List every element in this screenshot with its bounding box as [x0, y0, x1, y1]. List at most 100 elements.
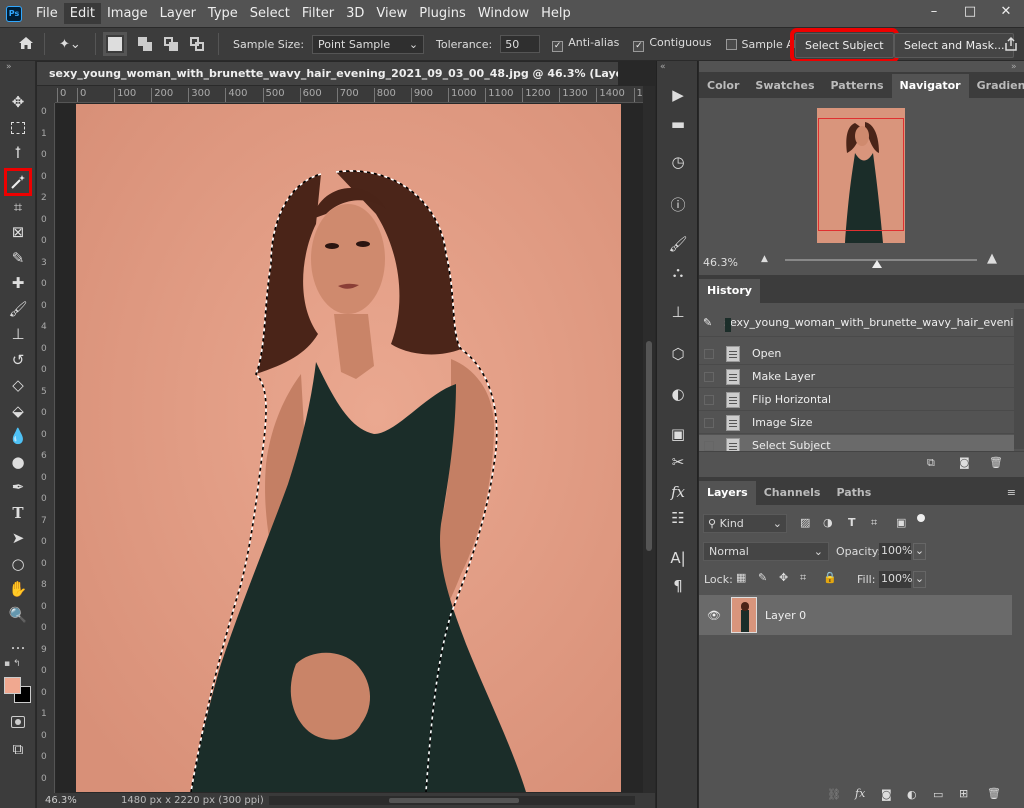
brushes-icon[interactable]: ⛬ [667, 261, 689, 283]
tab-color[interactable]: Color [699, 74, 747, 98]
shape-layer-filter-icon[interactable]: ⌗ [871, 516, 877, 530]
properties-icon[interactable]: ☷ [667, 507, 689, 529]
zoom-level[interactable]: 46.3% [45, 795, 105, 806]
zoom-tool-icon[interactable]: 🔍 [7, 604, 29, 626]
delete-layer-icon[interactable]: 🗑 [987, 787, 1001, 800]
select-and-mask-button[interactable]: Select and Mask... [894, 33, 1015, 58]
scrollbar-thumb[interactable] [389, 798, 519, 803]
tab-swatches[interactable]: Swatches [747, 74, 822, 98]
move-tool-icon[interactable]: ✥ [7, 91, 29, 113]
home-icon[interactable] [18, 35, 38, 54]
tab-gradients[interactable]: Gradients [969, 74, 1024, 98]
lock-position-icon[interactable]: ✥ [779, 571, 788, 584]
collapse-icon[interactable]: » [6, 62, 12, 72]
close-window-button[interactable]: ✕ [988, 0, 1024, 27]
document-image[interactable] [56, 104, 643, 792]
marquee-tool-icon[interactable] [7, 117, 29, 139]
tab-navigator[interactable]: Navigator [891, 74, 969, 98]
tab-patterns[interactable]: Patterns [823, 74, 892, 98]
menu-select[interactable]: Select [244, 3, 296, 24]
clone-source-icon[interactable]: ⊥ [667, 301, 689, 323]
collapse-icon[interactable]: « [660, 62, 666, 72]
new-document-from-state-icon[interactable]: ⧉ [927, 456, 935, 470]
blend-mode-dropdown[interactable]: Normal ⌄ [703, 542, 829, 561]
menu-view[interactable]: View [370, 3, 413, 24]
tab-channels[interactable]: Channels [756, 481, 829, 505]
zoom-out-icon[interactable]: ▲ [761, 254, 768, 264]
type-layer-filter-icon[interactable]: T [848, 516, 856, 529]
menu-type[interactable]: Type [202, 3, 244, 24]
pixel-layer-filter-icon[interactable]: ▨ [800, 516, 810, 529]
adjustment-layer-filter-icon[interactable]: ◑ [823, 516, 833, 529]
magic-wand-tool-icon[interactable] [4, 168, 32, 196]
tab-history[interactable]: History [699, 279, 760, 303]
layer-row[interactable]: 👁 Layer 0 [699, 595, 1012, 635]
add-mask-icon[interactable]: ◙ [881, 788, 892, 801]
healing-brush-tool-icon[interactable]: ✚ [7, 272, 29, 294]
foreground-color-swatch[interactable] [4, 677, 21, 694]
panel-menu-icon[interactable]: ≡ [1007, 486, 1016, 499]
share-icon[interactable] [1003, 36, 1019, 55]
tool-presets-icon[interactable]: ✂ [667, 451, 689, 473]
history-snapshot[interactable]: ✎ sexy_young_woman_with_brunette_wavy_ha… [699, 309, 1024, 337]
menu-window[interactable]: Window [472, 3, 535, 24]
navigator-preview[interactable] [817, 108, 905, 243]
intersect-selection-icon[interactable] [190, 37, 204, 51]
paragraph-icon[interactable]: ¶ [667, 575, 689, 597]
trash-icon[interactable]: 🗑 [989, 456, 1003, 469]
character-icon[interactable]: A| [667, 547, 689, 569]
history-item[interactable]: Make Layer [699, 366, 1014, 388]
new-layer-icon[interactable]: ⊞ [959, 787, 968, 800]
menu-help[interactable]: Help [535, 3, 577, 24]
eraser-tool-icon[interactable]: ◇ [7, 374, 29, 396]
adjustments-icon[interactable]: ◐ [667, 383, 689, 405]
quick-mask-icon[interactable] [7, 711, 29, 733]
history-item[interactable]: Image Size [699, 412, 1014, 434]
layer-style-icon[interactable]: fx [855, 787, 865, 800]
canvas-area[interactable] [56, 104, 643, 792]
eye-icon[interactable]: 👁 [707, 609, 727, 622]
menu-file[interactable]: File [30, 3, 64, 24]
path-selection-tool-icon[interactable]: ➤ [7, 527, 29, 549]
menu-3d[interactable]: 3D [340, 3, 370, 24]
menu-image[interactable]: Image [101, 3, 154, 24]
filter-toggle-icon[interactable] [917, 514, 925, 522]
horizontal-scrollbar[interactable] [269, 796, 635, 805]
fill-input[interactable]: 100% [879, 571, 912, 588]
smart-object-filter-icon[interactable]: ▣ [896, 516, 906, 529]
contiguous-checkbox[interactable]: ✓ Contiguous [633, 36, 712, 52]
lock-artboard-icon[interactable]: ⌗ [800, 571, 806, 585]
collapse-icon[interactable]: » [1011, 62, 1017, 72]
new-adjustment-layer-icon[interactable]: ◐ [907, 788, 917, 801]
history-scrollbar[interactable] [1014, 309, 1024, 449]
camera-icon[interactable]: ◙ [959, 456, 970, 469]
vertical-scrollbar[interactable] [643, 86, 655, 793]
history-brush-source-icon[interactable]: ✎ [703, 316, 712, 329]
lock-image-pixels-icon[interactable]: ✎ [758, 571, 767, 584]
brush-tool-icon[interactable]: 🖌 [7, 298, 29, 320]
layer-filter-dropdown[interactable]: ⚲ Kind ⌄ [703, 514, 787, 533]
tolerance-input[interactable] [500, 35, 541, 53]
subtract-from-selection-icon[interactable] [164, 37, 178, 51]
play-icon[interactable]: ▶ [667, 84, 689, 106]
select-subject-button[interactable]: Select Subject [790, 28, 899, 63]
menu-filter[interactable]: Filter [296, 3, 340, 24]
pen-tool-icon[interactable]: ✒ [7, 476, 29, 498]
add-to-selection-icon[interactable] [138, 37, 152, 51]
menu-plugins[interactable]: Plugins [413, 3, 472, 24]
info-icon[interactable]: ⓘ [667, 193, 689, 215]
screen-mode-icon[interactable]: ⧉ [7, 738, 29, 760]
menu-edit[interactable]: Edit [63, 3, 101, 24]
tab-paths[interactable]: Paths [828, 481, 879, 505]
3d-icon[interactable]: ⬡ [667, 343, 689, 365]
navigator-zoom[interactable]: 46.3% [703, 256, 738, 269]
zoom-slider-thumb[interactable] [872, 260, 883, 268]
sample-size-dropdown[interactable]: Point Sample ⌄ [312, 34, 425, 54]
swap-colors-icon[interactable]: ▪ ↰ [4, 659, 21, 669]
link-layers-icon[interactable]: ⛓ [827, 788, 841, 801]
opacity-input[interactable]: 100% [879, 543, 912, 560]
clone-stamp-tool-icon[interactable]: ⊥ [7, 323, 29, 345]
scrollbar-thumb[interactable] [646, 341, 652, 551]
fill-dropdown-icon[interactable]: ⌄ [913, 571, 926, 588]
menu-layer[interactable]: Layer [154, 3, 202, 24]
